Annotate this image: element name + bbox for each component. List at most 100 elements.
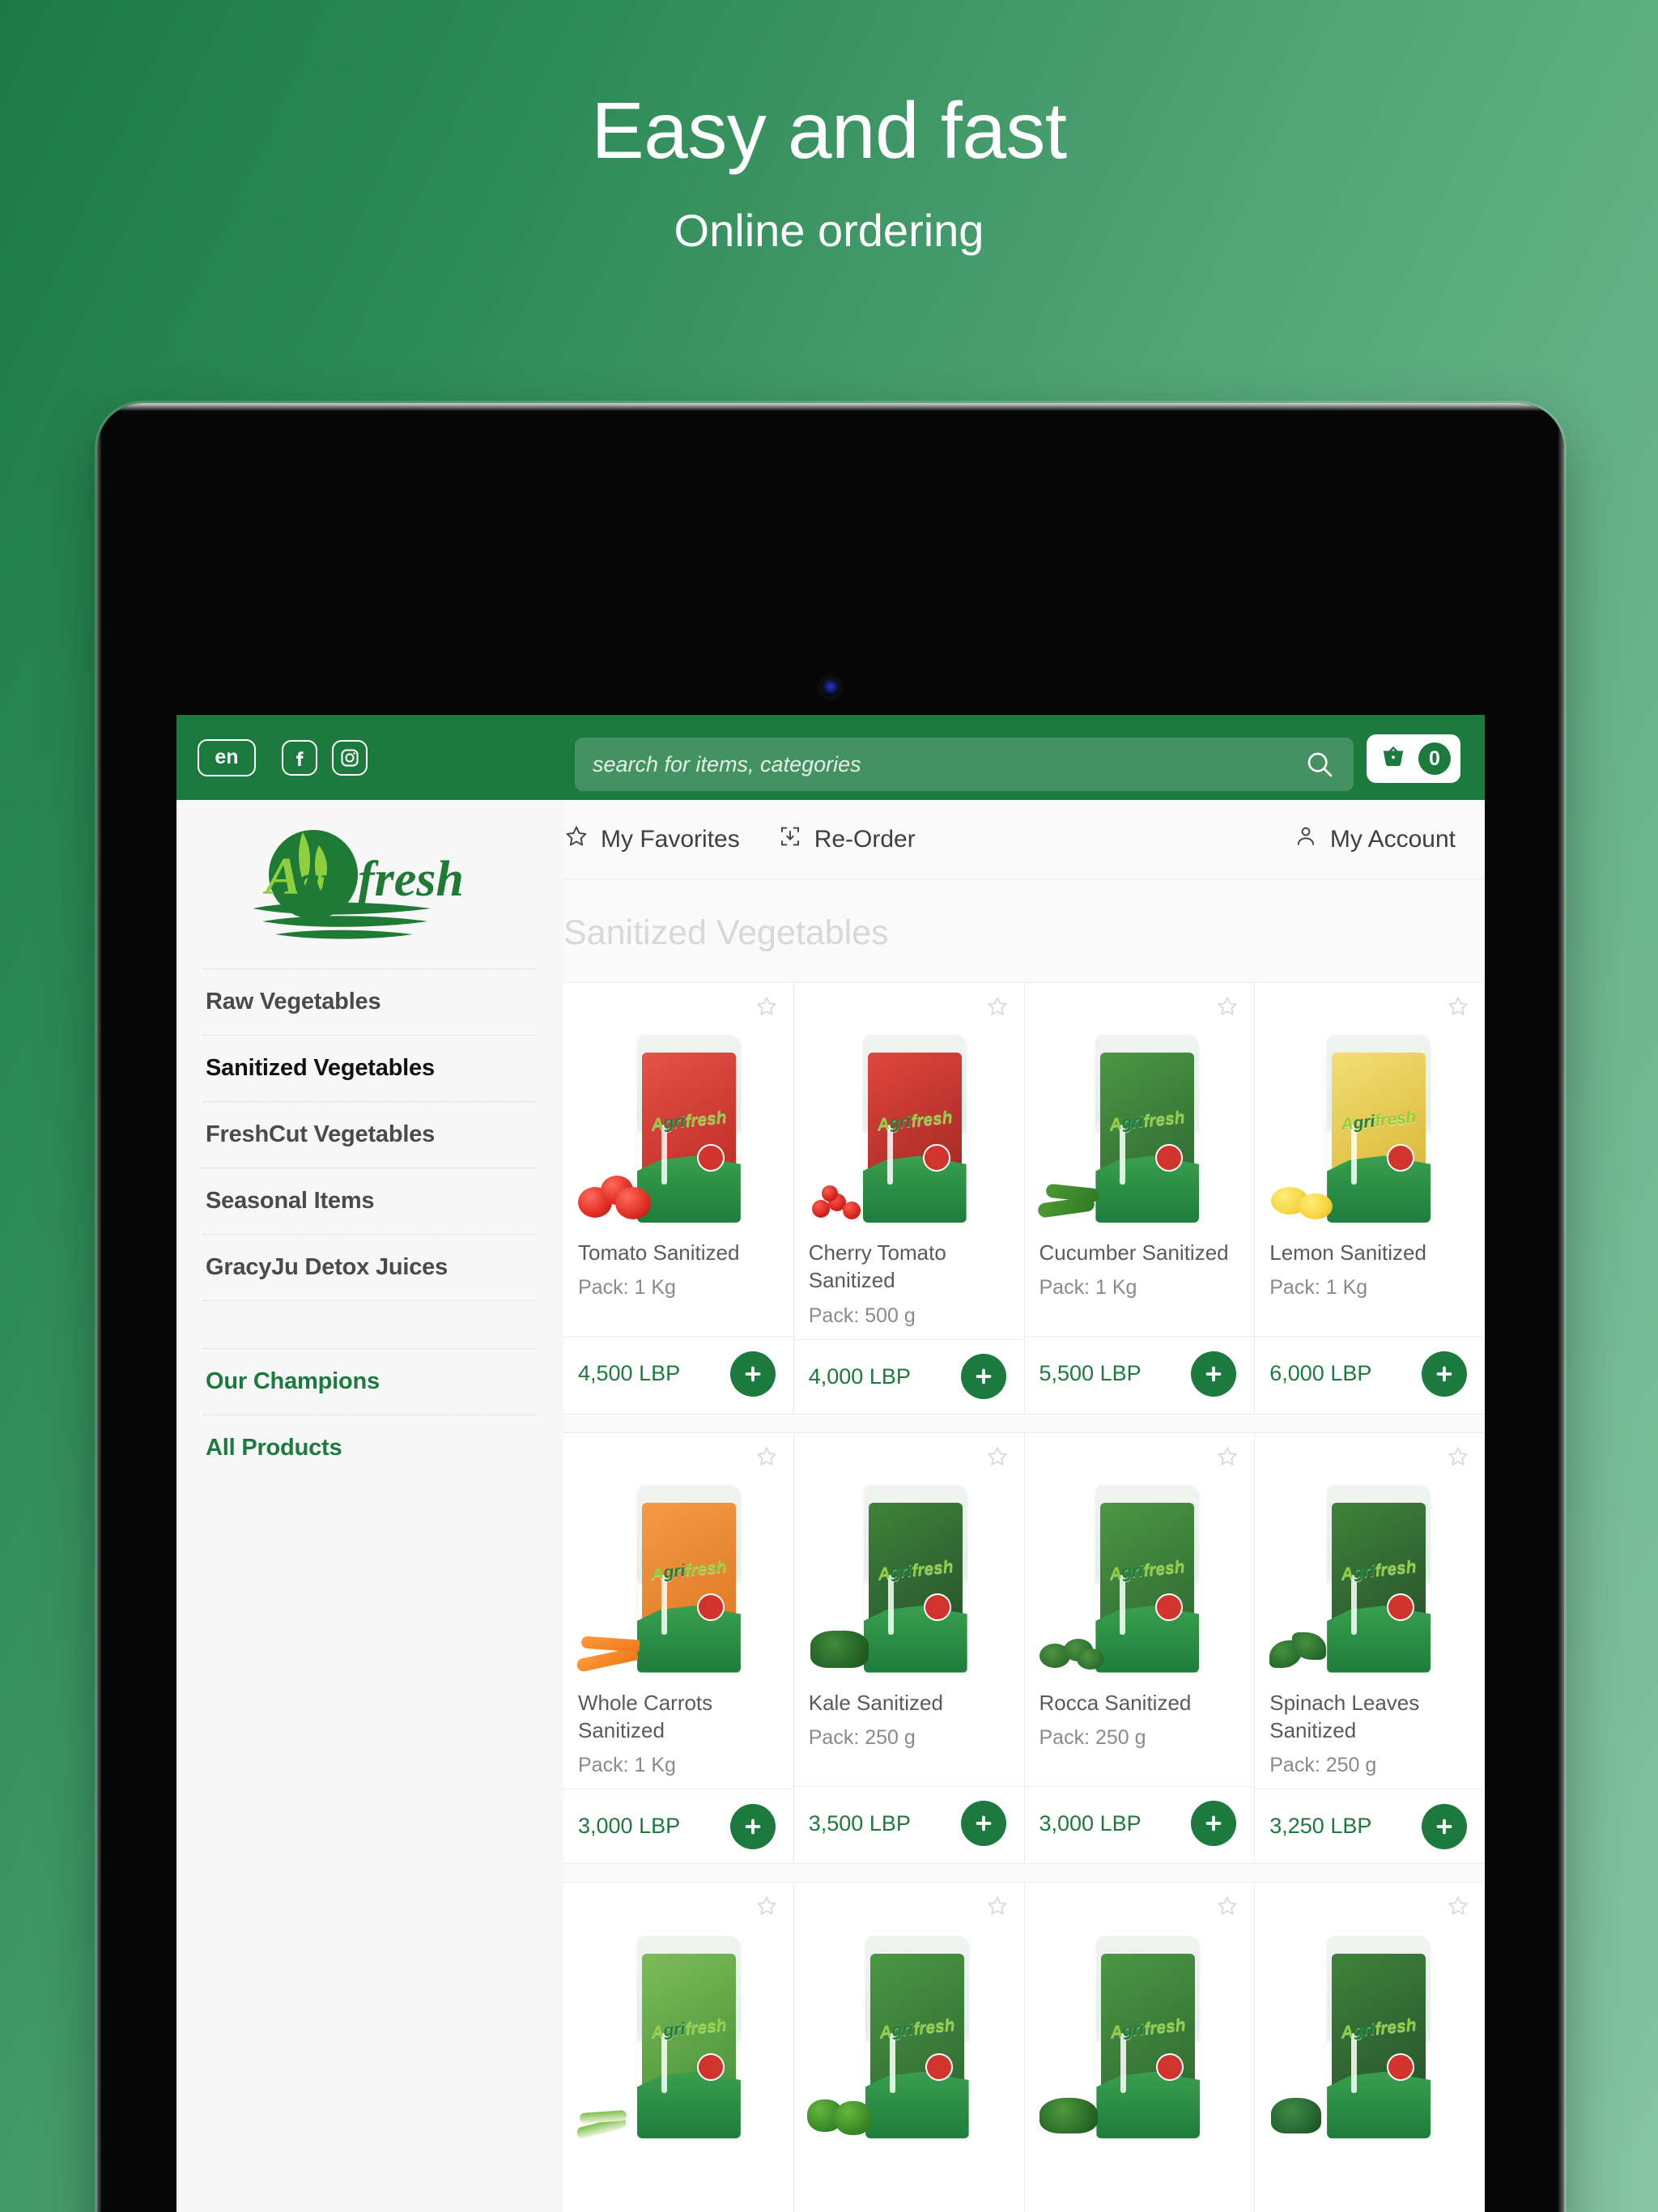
svg-text:A: A <box>262 847 301 906</box>
sidebar-item-raw-vegetables[interactable]: Raw Vegetables <box>202 968 538 1035</box>
product-card[interactable]: Agrifresh Spinach Leaves Sanitized Pack:… <box>1255 1433 1485 1864</box>
product-row: Agrifresh <box>563 1882 1485 2212</box>
secondary-nav: My Favorites Re-Order My Account <box>563 800 1485 879</box>
product-footer: 5,500 LBP <box>1024 1336 1255 1410</box>
tablet-device: en search for items, categories 0 A gri … <box>97 403 1564 2212</box>
product-footer: 3,000 LBP <box>563 1789 793 1863</box>
cart-button[interactable]: 0 <box>1367 734 1460 783</box>
product-card[interactable]: Agrifresh <box>793 983 1025 1414</box>
product-name: Tomato Sanitized <box>578 1240 740 1265</box>
sidebar-item-sanitized-vegetables[interactable]: Sanitized Vegetables <box>202 1035 538 1101</box>
product-image: Agrifresh <box>563 983 793 1226</box>
page-title: Sanitized Vegetables <box>563 913 889 952</box>
sidebar-item-our-champions[interactable]: Our Champions <box>202 1348 538 1414</box>
person-icon <box>1293 823 1319 856</box>
add-to-cart-button[interactable] <box>1422 1351 1467 1397</box>
download-box-icon <box>777 823 803 856</box>
product-image: Agrifresh <box>563 1433 793 1676</box>
product-name: Lemon Sanitized <box>1269 1240 1426 1265</box>
shopping-basket-icon <box>1378 742 1409 776</box>
sidebar: A gri fresh Raw Vegetables Sanitized Veg… <box>176 800 563 2212</box>
my-account-label: My Account <box>1329 825 1456 853</box>
facebook-icon[interactable] <box>282 739 317 776</box>
product-price: 4,000 LBP <box>808 1363 911 1389</box>
app-body: A gri fresh Raw Vegetables Sanitized Veg… <box>176 800 1485 2212</box>
product-price: 5,500 LBP <box>1039 1361 1141 1385</box>
search-input[interactable] <box>593 751 1303 777</box>
product-pack: Pack: 1 Kg <box>578 1754 676 1777</box>
product-price: 3,250 LBP <box>1269 1814 1372 1839</box>
front-camera-icon <box>822 678 840 696</box>
svg-text:fresh: fresh <box>358 852 464 907</box>
product-info: Cherry Tomato Sanitized Pack: 500 g <box>794 1226 1024 1339</box>
product-footer: 3,250 LBP <box>1255 1789 1485 1863</box>
my-favorites-button[interactable]: My Favorites <box>563 823 740 856</box>
cart-count-badge: 0 <box>1418 742 1451 775</box>
search-bar[interactable] <box>575 738 1354 791</box>
add-to-cart-button[interactable] <box>960 1354 1006 1400</box>
reorder-button[interactable]: Re-Order <box>777 823 916 856</box>
product-card[interactable]: Agrifresh <box>1255 1882 1485 2212</box>
sidebar-item-freshcut-vegetables[interactable]: FreshCut Vegetables <box>202 1101 538 1168</box>
product-card[interactable]: Agrifresh Kale Sanitized Pack: 250 g 3,5… <box>793 1432 1025 1864</box>
product-image: Agrifresh <box>794 1433 1024 1676</box>
add-to-cart-button[interactable] <box>729 1351 776 1397</box>
sidebar-nav: Raw Vegetables Sanitized Vegetables Fres… <box>202 968 538 1481</box>
add-to-cart-button[interactable] <box>960 1801 1006 1847</box>
add-to-cart-button[interactable] <box>1191 1801 1237 1847</box>
product-image: Agrifresh <box>1255 983 1485 1226</box>
product-pack: Pack: 250 g <box>1269 1754 1377 1777</box>
star-icon <box>563 823 589 856</box>
main-content: My Favorites Re-Order My Account Sanitiz… <box>563 800 1485 2212</box>
product-pack: Pack: 250 g <box>808 1725 916 1749</box>
product-image: Agrifresh <box>563 1882 793 2142</box>
product-footer: 4,500 LBP <box>563 1336 793 1410</box>
product-info <box>794 2142 1024 2212</box>
product-image: Agrifresh <box>1255 1882 1485 2142</box>
agrifresh-logo[interactable]: A gri fresh <box>202 800 538 962</box>
product-card[interactable]: Agrifresh Whole Carrots Sanitized Pack: … <box>563 1432 794 1864</box>
agrifresh-logo-svg: A gri fresh <box>253 830 464 939</box>
promo-header: Easy and fast Online ordering <box>0 0 1658 257</box>
product-card[interactable]: Agrifresh <box>794 1882 1025 2212</box>
product-image: Agrifresh <box>1025 1433 1255 1676</box>
product-name: Cherry Tomato Sanitized <box>808 1240 946 1293</box>
sidebar-item-gracyju-detox-juices[interactable]: GracyJu Detox Juices <box>202 1234 538 1301</box>
product-price: 6,000 LBP <box>1269 1361 1372 1385</box>
product-card[interactable]: Agrifresh <box>563 983 794 1414</box>
product-info <box>1255 2142 1485 2212</box>
product-image: Agrifresh <box>794 983 1024 1226</box>
product-info <box>1025 2142 1255 2212</box>
product-card[interactable]: Agrifresh <box>563 1882 794 2212</box>
product-price: 3,000 LBP <box>1039 1810 1141 1836</box>
tablet-screen: en search for items, categories 0 A gri … <box>176 715 1485 2212</box>
promo-subtitle: Online ordering <box>674 205 984 256</box>
product-name: Whole Carrots Sanitized <box>578 1690 713 1742</box>
product-card[interactable]: Agrifresh <box>1025 1882 1256 2212</box>
add-to-cart-button[interactable] <box>729 1803 776 1849</box>
language-button[interactable]: en <box>198 738 256 776</box>
product-card[interactable]: Agrifresh Lemon Sanitized Pack: 1 Kg 6,0… <box>1255 983 1485 1414</box>
product-name: Rocca Sanitized <box>1039 1690 1192 1715</box>
product-name: Cucumber Sanitized <box>1039 1240 1229 1265</box>
product-image: Agrifresh <box>1255 1433 1485 1676</box>
search-icon[interactable] <box>1303 748 1336 781</box>
product-image: Agrifresh <box>794 1882 1024 2142</box>
my-account-button[interactable]: My Account <box>1293 823 1456 856</box>
product-info <box>563 2142 793 2212</box>
product-pack: Pack: 1 Kg <box>578 1276 676 1300</box>
sidebar-divider-gap <box>202 1301 538 1348</box>
product-footer: 3,500 LBP <box>793 1785 1024 1861</box>
product-info: Whole Carrots Sanitized Pack: 1 Kg <box>563 1676 793 1789</box>
product-info: Spinach Leaves Sanitized Pack: 250 g <box>1255 1676 1485 1789</box>
add-to-cart-button[interactable] <box>1422 1803 1467 1849</box>
sidebar-item-all-products[interactable]: All Products <box>202 1414 538 1481</box>
product-footer: 4,000 LBP <box>793 1338 1024 1414</box>
product-name: Kale Sanitized <box>808 1690 943 1715</box>
product-card[interactable]: Agrifresh Cucumber Sanitized Pack: 1 Kg … <box>1024 983 1256 1414</box>
sidebar-item-seasonal-items[interactable]: Seasonal Items <box>202 1168 538 1234</box>
product-card[interactable]: Agrifresh <box>1024 1432 1256 1864</box>
product-info: Lemon Sanitized Pack: 1 Kg <box>1255 1226 1485 1336</box>
add-to-cart-button[interactable] <box>1191 1351 1237 1397</box>
instagram-icon[interactable] <box>332 739 368 776</box>
